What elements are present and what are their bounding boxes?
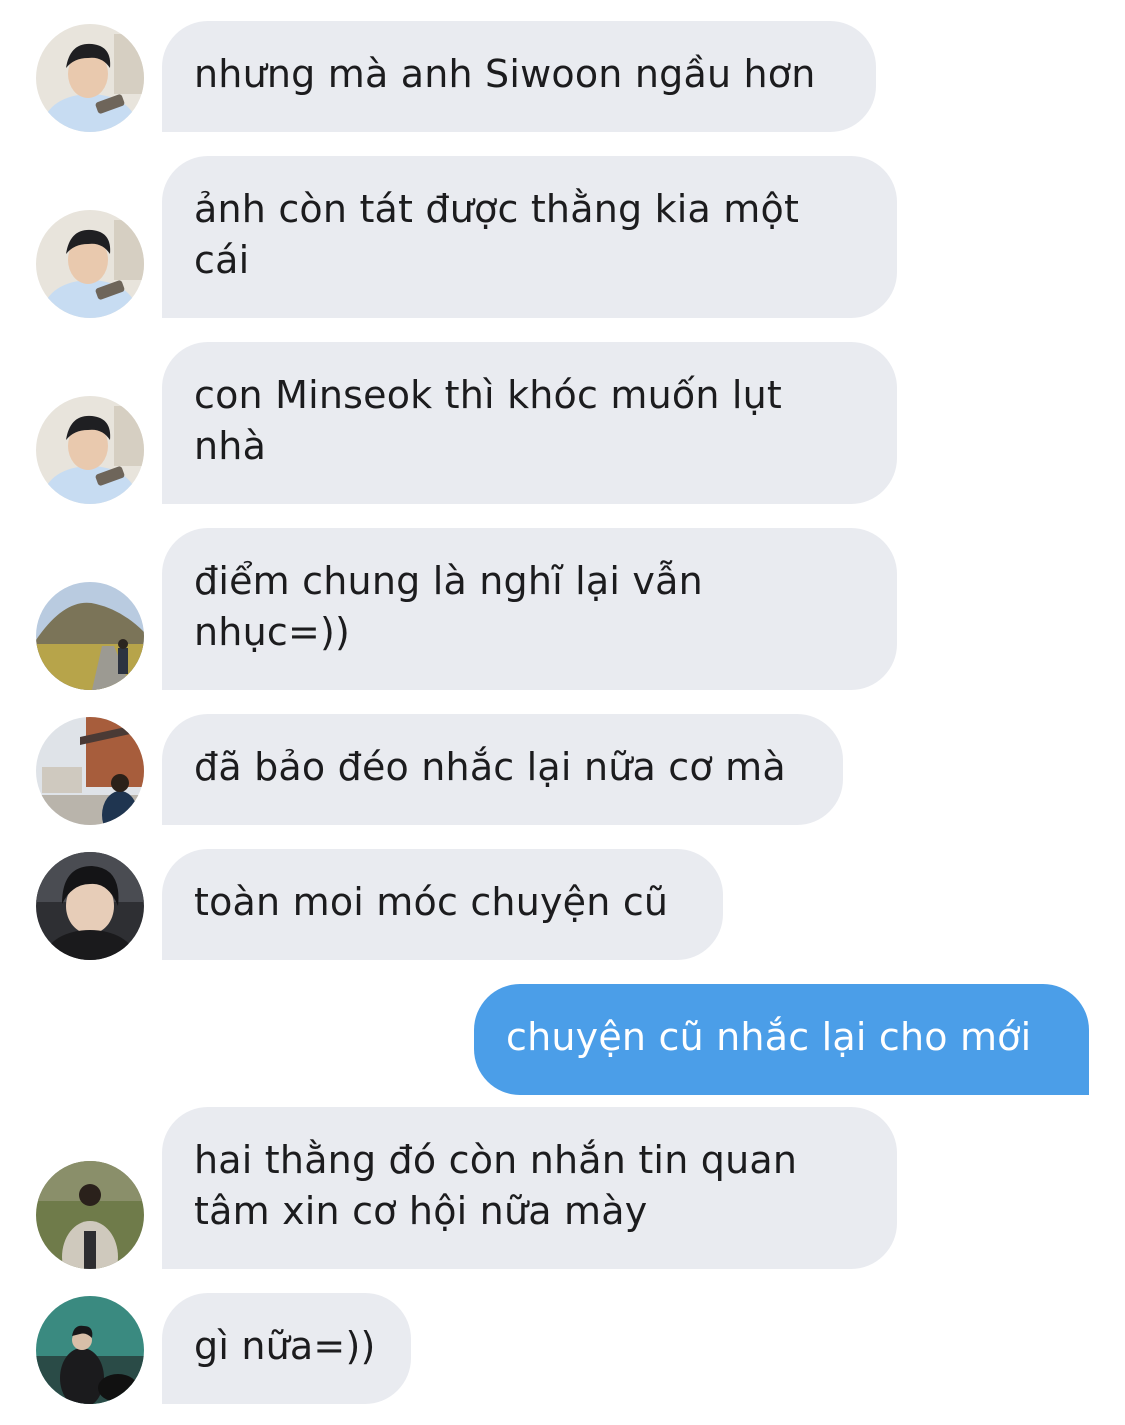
message-text: nhưng mà anh Siwoon ngầu hơn <box>194 52 816 96</box>
sender-avatar[interactable] <box>36 1161 144 1269</box>
person-photo-icon <box>36 852 144 960</box>
person-photo-icon <box>36 396 144 504</box>
message-bubble[interactable]: gì nữa=)) <box>162 1293 411 1404</box>
message-text: ảnh còn tát được thằng kia một cái <box>194 187 800 282</box>
person-photo-icon <box>36 210 144 318</box>
sender-avatar[interactable] <box>36 24 144 132</box>
sender-avatar[interactable] <box>36 582 144 690</box>
message-text: chuyện cũ nhắc lại cho mới <box>506 1015 1032 1059</box>
landscape-photo-icon <box>36 582 144 690</box>
person-photo-icon <box>36 24 144 132</box>
sender-avatar[interactable] <box>36 717 144 825</box>
message-bubble-outgoing[interactable]: chuyện cũ nhắc lại cho mới <box>474 984 1089 1095</box>
sender-avatar[interactable] <box>36 396 144 504</box>
sender-avatar[interactable] <box>36 1296 144 1404</box>
message-text: toàn moi móc chuyện cũ <box>194 880 669 924</box>
message-bubble[interactable]: hai thằng đó còn nhắn tin quan tâm xin c… <box>162 1107 897 1269</box>
message-bubble[interactable]: ảnh còn tát được thằng kia một cái <box>162 156 897 318</box>
message-bubble[interactable]: nhưng mà anh Siwoon ngầu hơn <box>162 21 876 132</box>
message-bubble[interactable]: toàn moi móc chuyện cũ <box>162 849 723 960</box>
message-text: con Minseok thì khóc muốn lụt nhà <box>194 373 783 468</box>
message-text: điểm chung là nghĩ lại vẫn nhục=)) <box>194 559 703 654</box>
sender-avatar[interactable] <box>36 210 144 318</box>
street-photo-icon <box>36 717 144 825</box>
message-bubble[interactable]: đã bảo đéo nhắc lại nữa cơ mà <box>162 714 843 825</box>
message-text: hai thằng đó còn nhắn tin quan tâm xin c… <box>194 1138 798 1233</box>
person-photo-icon <box>36 1296 144 1404</box>
message-text: đã bảo đéo nhắc lại nữa cơ mà <box>194 745 786 789</box>
person-photo-icon <box>36 1161 144 1269</box>
message-text: gì nữa=)) <box>194 1324 376 1368</box>
message-bubble[interactable]: con Minseok thì khóc muốn lụt nhà <box>162 342 897 504</box>
sender-avatar[interactable] <box>36 852 144 960</box>
message-bubble[interactable]: điểm chung là nghĩ lại vẫn nhục=)) <box>162 528 897 690</box>
